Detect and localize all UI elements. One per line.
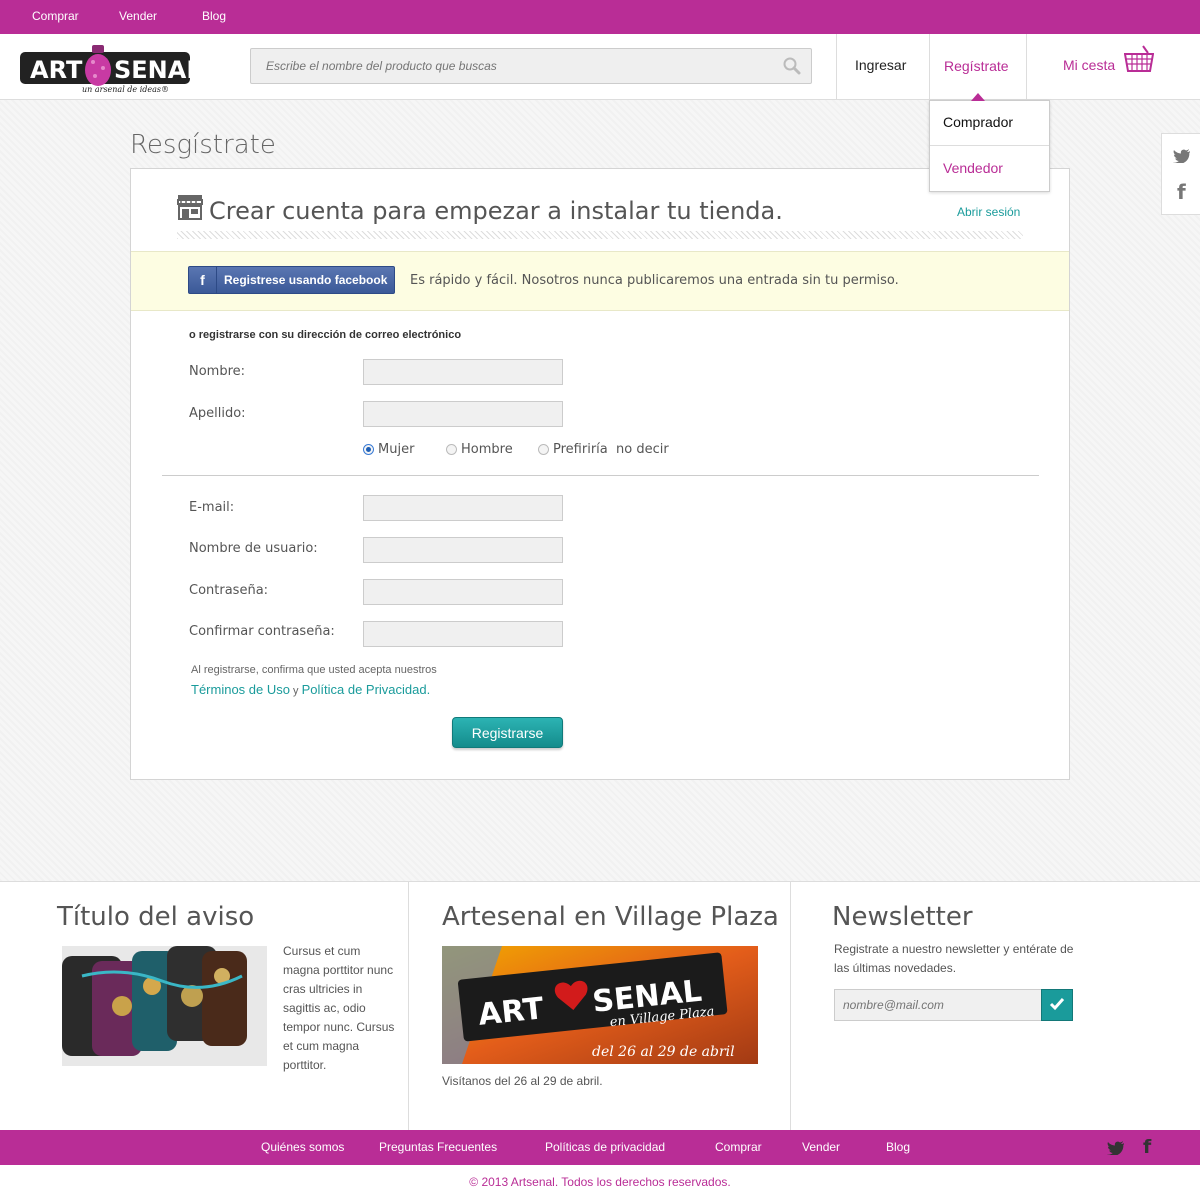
bracelets-image bbox=[62, 946, 267, 1066]
artsenal-logo[interactable]: ART SENAL un arsenal de ideas® bbox=[20, 40, 202, 94]
footer-sell-link[interactable]: Vender bbox=[802, 1140, 840, 1154]
footer-column-separator bbox=[790, 882, 791, 1131]
gender-none-label: Prefiriría no decir bbox=[553, 442, 669, 457]
top-nav-blog-link[interactable]: Blog bbox=[202, 9, 226, 23]
login-link[interactable]: Ingresar bbox=[855, 57, 906, 73]
banner-dates: del 26 al 29 de abril bbox=[592, 1044, 735, 1060]
facebook-signup-button[interactable]: f Registrese usando facebook bbox=[188, 266, 395, 294]
newsletter-submit-button[interactable] bbox=[1041, 989, 1073, 1021]
dropdown-arrow bbox=[971, 93, 985, 101]
top-nav-buy-link[interactable]: Comprar bbox=[32, 9, 79, 23]
top-nav-sell-link[interactable]: Vender bbox=[119, 9, 157, 23]
terms-text: Al registrarse, confirma que usted acept… bbox=[191, 664, 437, 676]
bottom-nav-bar: Quiénes somos Preguntas Frecuentes Polít… bbox=[0, 1130, 1200, 1165]
footer-faq-link[interactable]: Preguntas Frecuentes bbox=[379, 1140, 497, 1154]
register-link[interactable]: Regístrate bbox=[944, 58, 1009, 74]
nav-separator bbox=[1026, 34, 1027, 99]
password-label: Contraseña: bbox=[189, 583, 269, 598]
gender-none-option[interactable]: Prefiriría no decir bbox=[538, 442, 669, 457]
newsletter-email-input[interactable] bbox=[834, 989, 1042, 1021]
card-heading: Crear cuenta para empezar a instalar tu … bbox=[209, 197, 783, 225]
nav-separator bbox=[836, 34, 837, 99]
logo-text-left: ART bbox=[30, 56, 83, 84]
terms-notice: Al registrarse, confirma que usted acept… bbox=[191, 661, 437, 701]
footer-blog-link[interactable]: Blog bbox=[886, 1140, 910, 1154]
twitter-icon[interactable] bbox=[1173, 149, 1191, 168]
email-field[interactable] bbox=[363, 495, 563, 521]
gender-female-label: Mujer bbox=[378, 442, 415, 457]
search-input[interactable] bbox=[251, 49, 811, 83]
facebook-icon: f bbox=[189, 267, 217, 293]
page-title: Resgístrate bbox=[130, 130, 276, 160]
email-signup-intro: o registrarse con su dirección de correo… bbox=[189, 329, 462, 341]
terms-of-use-link[interactable]: Términos de Uso bbox=[191, 682, 290, 697]
confirm-password-label: Confirmar contraseña: bbox=[189, 624, 335, 639]
radio-unselected-icon[interactable] bbox=[446, 444, 457, 455]
nav-separator bbox=[929, 34, 930, 99]
terms-period: . bbox=[426, 682, 431, 697]
last-name-label: Apellido: bbox=[189, 406, 246, 421]
confirm-password-field[interactable] bbox=[363, 621, 563, 647]
footer-buy-link[interactable]: Comprar bbox=[715, 1140, 762, 1154]
registration-card: Crear cuenta para empezar a instalar tu … bbox=[130, 168, 1070, 780]
password-field[interactable] bbox=[363, 579, 563, 605]
first-name-label: Nombre: bbox=[189, 364, 246, 379]
basket-icon[interactable] bbox=[1123, 44, 1155, 79]
event-title: Artesenal en Village Plaza bbox=[442, 902, 779, 932]
checkmark-icon bbox=[1049, 997, 1065, 1010]
register-dropdown: Comprador Vendedor bbox=[929, 93, 1050, 192]
form-divider bbox=[162, 475, 1039, 476]
facebook-icon[interactable]: f bbox=[1143, 1136, 1151, 1158]
footer-privacy-link[interactable]: Políticas de privacidad bbox=[545, 1140, 665, 1154]
cart-link[interactable]: Mi cesta bbox=[1063, 57, 1115, 73]
logo-text-right: SENAL bbox=[114, 56, 200, 84]
banner-art-text: ART bbox=[477, 991, 546, 1033]
store-icon bbox=[177, 194, 203, 225]
first-name-field[interactable] bbox=[363, 359, 563, 385]
username-label: Nombre de usuario: bbox=[189, 541, 318, 556]
radio-unselected-icon[interactable] bbox=[538, 444, 549, 455]
radio-selected-icon[interactable] bbox=[363, 444, 374, 455]
search-icon[interactable] bbox=[783, 57, 801, 80]
newsletter-text: Registrate a nuestro newsletter y entéra… bbox=[834, 942, 1074, 975]
copyright-text: © 2013 Artsenal. Todos los derechos rese… bbox=[469, 1175, 731, 1189]
dropdown-item-seller[interactable]: Vendedor bbox=[930, 147, 1049, 192]
notice-text: Cursus et cum magna porttitor nunc cras … bbox=[283, 944, 395, 1072]
facebook-icon[interactable]: f bbox=[1177, 180, 1186, 204]
logo-tagline: un arsenal de ideas® bbox=[82, 85, 169, 94]
privacy-policy-link[interactable]: Política de Privacidad bbox=[302, 682, 427, 697]
register-submit-button[interactable]: Registrarse bbox=[452, 717, 563, 748]
twitter-icon[interactable] bbox=[1107, 1141, 1125, 1160]
gender-male-option[interactable]: Hombre bbox=[446, 442, 513, 457]
search-box bbox=[250, 48, 812, 84]
username-field[interactable] bbox=[363, 537, 563, 563]
footer-about-link[interactable]: Quiénes somos bbox=[261, 1140, 344, 1154]
side-social-bar: f bbox=[1161, 133, 1200, 215]
gender-female-option[interactable]: Mujer bbox=[363, 442, 414, 457]
email-label: E-mail: bbox=[189, 500, 235, 515]
site-header: ART SENAL un arsenal de ideas® Ingresar … bbox=[0, 34, 1200, 100]
gender-male-label: Hombre bbox=[461, 442, 513, 457]
terms-and: y bbox=[293, 685, 299, 697]
facebook-note: Es rápido y fácil. Nosotros nunca public… bbox=[410, 273, 899, 288]
facebook-signup-band: f Registrese usando facebook Es rápido y… bbox=[131, 251, 1069, 311]
event-caption: Visítanos del 26 al 29 de abril. bbox=[442, 1074, 603, 1088]
last-name-field[interactable] bbox=[363, 401, 563, 427]
newsletter-title: Newsletter bbox=[832, 902, 973, 932]
top-nav-bar: Comprar Vender Blog bbox=[0, 0, 1200, 34]
facebook-button-label: Registrese usando facebook bbox=[224, 273, 388, 287]
footer-column-separator bbox=[408, 882, 409, 1131]
notice-title: Título del aviso bbox=[57, 902, 255, 932]
heading-divider bbox=[177, 231, 1023, 239]
open-session-link[interactable]: Abrir sesión bbox=[957, 205, 1020, 219]
village-plaza-banner[interactable]: ART SENAL en Village Plaza del 26 al 29 … bbox=[442, 946, 758, 1064]
dropdown-item-buyer[interactable]: Comprador bbox=[930, 101, 1049, 146]
